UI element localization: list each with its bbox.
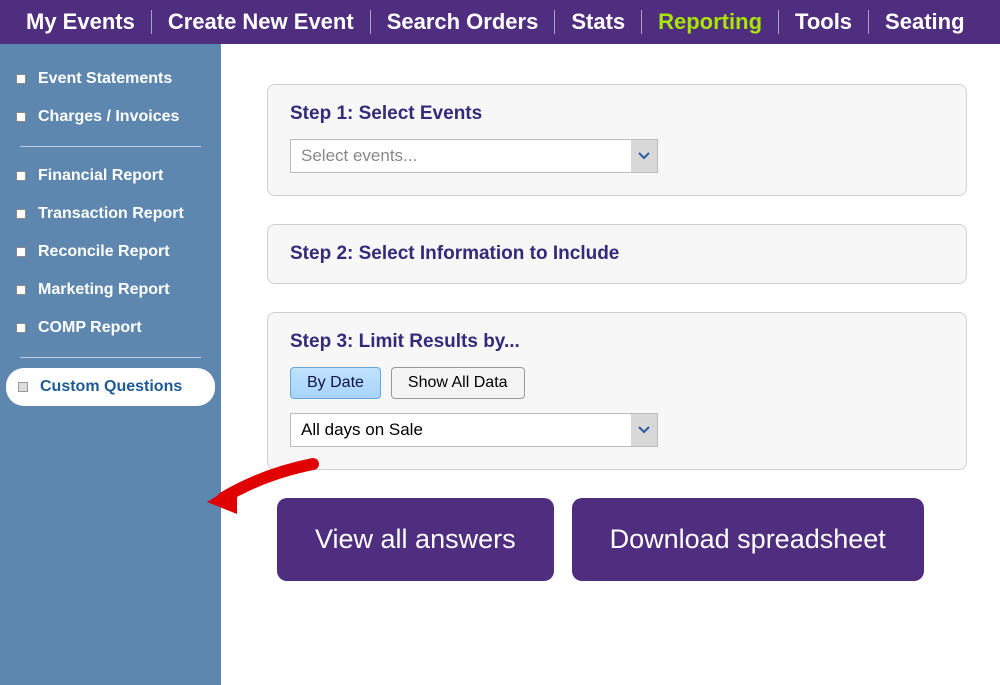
chevron-down-icon bbox=[638, 152, 650, 160]
bullet-icon bbox=[18, 382, 28, 392]
sidebar-item-comp-report[interactable]: COMP Report bbox=[10, 309, 211, 347]
bullet-icon bbox=[16, 247, 26, 257]
main-panel: Step 1: Select Events Select events... S… bbox=[221, 44, 1000, 685]
bullet-icon bbox=[16, 74, 26, 84]
bullet-icon bbox=[16, 112, 26, 122]
sidebar-item-transaction-report[interactable]: Transaction Report bbox=[10, 195, 211, 233]
select-events-placeholder: Select events... bbox=[291, 140, 631, 172]
nav-tools[interactable]: Tools bbox=[779, 9, 868, 35]
sidebar-item-marketing-report[interactable]: Marketing Report bbox=[10, 271, 211, 309]
sidebar: Event Statements Charges / Invoices Fina… bbox=[0, 44, 221, 685]
nav-seating[interactable]: Seating bbox=[869, 9, 980, 35]
view-all-answers-button[interactable]: View all answers bbox=[277, 498, 554, 581]
sidebar-item-reconcile-report[interactable]: Reconcile Report bbox=[10, 233, 211, 271]
nav-reporting[interactable]: Reporting bbox=[642, 9, 778, 35]
step1-title: Step 1: Select Events bbox=[290, 103, 944, 125]
sidebar-item-label: Event Statements bbox=[38, 70, 172, 88]
show-all-data-button[interactable]: Show All Data bbox=[391, 367, 525, 399]
chevron-down-icon bbox=[638, 426, 650, 434]
download-spreadsheet-button[interactable]: Download spreadsheet bbox=[572, 498, 924, 581]
select-events-dropdown[interactable]: Select events... bbox=[290, 139, 658, 173]
sidebar-divider bbox=[20, 357, 201, 358]
nav-my-events[interactable]: My Events bbox=[10, 9, 151, 35]
sidebar-item-label: Custom Questions bbox=[40, 378, 182, 396]
sidebar-item-custom-questions[interactable]: Custom Questions bbox=[6, 368, 215, 406]
content-area: Event Statements Charges / Invoices Fina… bbox=[0, 44, 1000, 685]
bullet-icon bbox=[16, 171, 26, 181]
date-range-dropdown[interactable]: All days on Sale bbox=[290, 413, 658, 447]
dropdown-toggle[interactable] bbox=[631, 414, 657, 446]
step3-button-row: By Date Show All Data bbox=[290, 367, 944, 399]
nav-create-new-event[interactable]: Create New Event bbox=[152, 9, 370, 35]
step3-title: Step 3: Limit Results by... bbox=[290, 331, 944, 353]
step3-panel: Step 3: Limit Results by... By Date Show… bbox=[267, 312, 967, 470]
sidebar-divider bbox=[20, 146, 201, 147]
sidebar-item-label: Financial Report bbox=[38, 167, 163, 185]
nav-search-orders[interactable]: Search Orders bbox=[371, 9, 555, 35]
sidebar-item-label: Charges / Invoices bbox=[38, 108, 179, 126]
bullet-icon bbox=[16, 285, 26, 295]
sidebar-item-charges-invoices[interactable]: Charges / Invoices bbox=[10, 98, 211, 136]
bullet-icon bbox=[16, 323, 26, 333]
sidebar-item-label: Marketing Report bbox=[38, 281, 170, 299]
dropdown-toggle[interactable] bbox=[631, 140, 657, 172]
sidebar-item-label: COMP Report bbox=[38, 319, 142, 337]
date-range-value: All days on Sale bbox=[291, 414, 631, 446]
step2-panel: Step 2: Select Information to Include bbox=[267, 224, 967, 284]
action-buttons: View all answers Download spreadsheet bbox=[277, 498, 988, 581]
top-nav: My Events Create New Event Search Orders… bbox=[0, 0, 1000, 44]
step2-title: Step 2: Select Information to Include bbox=[290, 243, 944, 265]
sidebar-item-label: Transaction Report bbox=[38, 205, 184, 223]
step1-panel: Step 1: Select Events Select events... bbox=[267, 84, 967, 196]
by-date-button[interactable]: By Date bbox=[290, 367, 381, 399]
nav-stats[interactable]: Stats bbox=[555, 9, 641, 35]
bullet-icon bbox=[16, 209, 26, 219]
sidebar-item-financial-report[interactable]: Financial Report bbox=[10, 157, 211, 195]
sidebar-item-label: Reconcile Report bbox=[38, 243, 170, 261]
sidebar-item-event-statements[interactable]: Event Statements bbox=[10, 60, 211, 98]
